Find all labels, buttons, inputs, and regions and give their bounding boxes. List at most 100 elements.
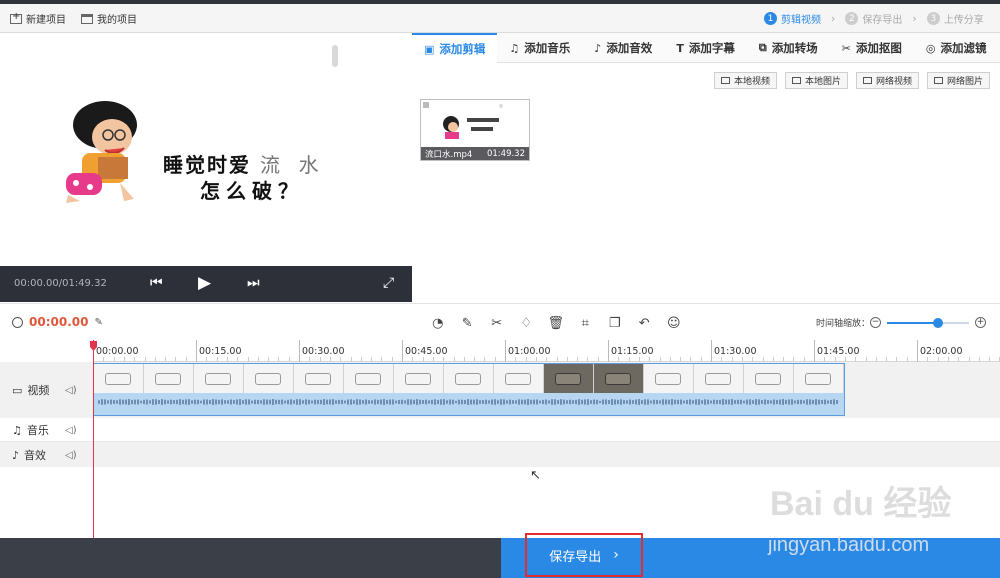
ruler-tick-label: 00:00.00 — [96, 346, 139, 357]
ruler-minor-tick — [783, 357, 785, 361]
tab-add-subtitle[interactable]: T 添加字幕 — [664, 33, 747, 63]
waveform-bar — [389, 399, 391, 405]
waveform-bar — [314, 399, 316, 405]
media-item[interactable]: 流口水.mp4 01:49.32 — [420, 99, 530, 161]
speaker-icon[interactable]: ◁) — [65, 450, 77, 461]
waveform-bar — [410, 399, 412, 405]
waveform-bar — [185, 399, 187, 405]
ruler-minor-tick — [947, 357, 949, 361]
waveform-bar — [236, 399, 238, 405]
ruler-minor-tick — [978, 357, 980, 361]
step-2-label[interactable]: 保存导出 — [862, 11, 902, 26]
speed-icon[interactable]: ◔ — [423, 313, 453, 333]
undo-icon[interactable]: ↶ — [630, 313, 660, 333]
tab-add-clip[interactable]: ▣ 添加剪辑 — [412, 33, 498, 63]
filter-icon: ◎ — [925, 41, 936, 55]
waveform-bar — [371, 400, 373, 404]
emoji-icon[interactable]: ☺ — [659, 313, 689, 333]
waveform-bar — [797, 399, 799, 405]
waveform-bar — [143, 399, 145, 405]
tab-add-sound-effect[interactable]: ♪ 添加音效 — [582, 33, 664, 63]
waveform-bar — [455, 400, 457, 404]
waveform-bar — [422, 400, 424, 404]
edit-time-icon[interactable]: ✎ — [94, 317, 102, 328]
crop-icon[interactable]: ⌗ — [571, 313, 601, 333]
waveform-bar — [608, 400, 610, 404]
waveform-bar — [770, 400, 772, 404]
tab-add-music[interactable]: ♫ 添加音乐 — [497, 33, 582, 63]
trash-icon[interactable]: 🗑 — [541, 313, 571, 333]
waveform-bar — [476, 399, 478, 405]
chevron-right-icon: › — [831, 12, 836, 25]
tab-label: 添加转场 — [771, 41, 818, 55]
ruler-minor-tick — [875, 357, 877, 361]
video-icon — [721, 77, 730, 84]
video-clip[interactable] — [93, 363, 845, 416]
web-video-button[interactable]: 网络视频 — [856, 72, 920, 89]
waveform-bar — [662, 399, 664, 405]
bell-icon[interactable]: ♢ — [512, 313, 542, 333]
ruler-minor-tick — [937, 357, 939, 361]
waveform-bar — [734, 400, 736, 404]
waveform-bar — [161, 399, 163, 405]
local-video-button[interactable]: 本地视频 — [714, 72, 778, 89]
ruler-minor-tick — [422, 357, 424, 361]
pencil-icon[interactable]: ✎ — [453, 313, 483, 333]
video-preview[interactable]: 睡觉时爱 流 水 怎么破？ — [0, 33, 412, 266]
fullscreen-icon[interactable]: ⤢ — [383, 275, 394, 291]
web-image-button[interactable]: 网络图片 — [927, 72, 991, 89]
clip-frame — [744, 364, 794, 393]
waveform-bar — [596, 399, 598, 405]
local-image-button[interactable]: 本地图片 — [785, 72, 849, 89]
ruler-minor-tick — [752, 357, 754, 361]
media-thumbnail-image — [423, 102, 503, 139]
waveform-bar — [698, 399, 700, 405]
current-time: 00:00.00 — [29, 315, 89, 329]
playhead[interactable] — [93, 340, 94, 538]
step-3-label[interactable]: 上传分享 — [944, 11, 984, 26]
ruler-minor-tick — [432, 357, 434, 361]
waveform-bar — [293, 400, 295, 404]
clip-frame — [444, 364, 494, 393]
waveform-bar — [599, 400, 601, 404]
copy-icon[interactable]: ❐ — [600, 313, 630, 333]
waveform-bar — [515, 400, 517, 404]
waveform-bar — [221, 399, 223, 405]
next-frame-icon[interactable]: ⏭ — [247, 275, 260, 291]
waveform-bar — [614, 399, 616, 405]
new-project-button[interactable]: 新建项目 — [10, 11, 66, 26]
waveform-bar — [464, 399, 466, 405]
scissors-icon[interactable]: ✂ — [482, 313, 512, 333]
waveform-bar — [701, 400, 703, 404]
tab-label: 添加剪辑 — [439, 42, 486, 56]
previous-frame-icon[interactable]: ⏮ — [150, 275, 163, 291]
step-1-label[interactable]: 剪辑视频 — [781, 11, 821, 26]
cartoon-character-image — [66, 101, 137, 203]
ruler-minor-tick — [165, 357, 167, 361]
time-ruler[interactable]: 00:00.00 00:15.00 00:30.00 00:45.00 01:00.00… — [93, 340, 1000, 362]
waveform-bar — [821, 400, 823, 404]
clip-frame — [644, 364, 694, 393]
zoom-slider[interactable] — [887, 317, 970, 328]
speaker-icon[interactable]: ◁) — [65, 385, 77, 396]
waveform-bar — [230, 399, 232, 405]
waveform-bar — [560, 399, 562, 405]
zoom-in-icon[interactable]: + — [975, 317, 987, 328]
waveform-bar — [809, 399, 811, 405]
transition-icon: ⧉ — [758, 41, 767, 54]
ruler-minor-tick — [309, 357, 311, 361]
speaker-icon[interactable]: ◁) — [65, 425, 77, 436]
ruler-minor-tick — [700, 357, 702, 361]
waveform-bar — [107, 400, 109, 404]
zoom-slider-handle[interactable] — [932, 317, 943, 328]
tab-add-transition[interactable]: ⧉ 添加转场 — [747, 33, 830, 63]
tab-add-cutout[interactable]: ✂ 添加抠图 — [830, 33, 914, 63]
timeline-zoom: 时间轴缩放： − + — [816, 316, 987, 329]
play-icon[interactable]: ▶ — [198, 273, 211, 293]
local-image-label: 本地图片 — [805, 77, 842, 87]
save-export-button[interactable]: 保存导出 › — [525, 533, 643, 577]
waveform-bar — [773, 399, 775, 405]
my-projects-button[interactable]: 我的项目 — [81, 11, 137, 26]
tab-add-filter[interactable]: ◎ 添加滤镜 — [914, 33, 999, 63]
zoom-out-icon[interactable]: − — [870, 317, 882, 328]
